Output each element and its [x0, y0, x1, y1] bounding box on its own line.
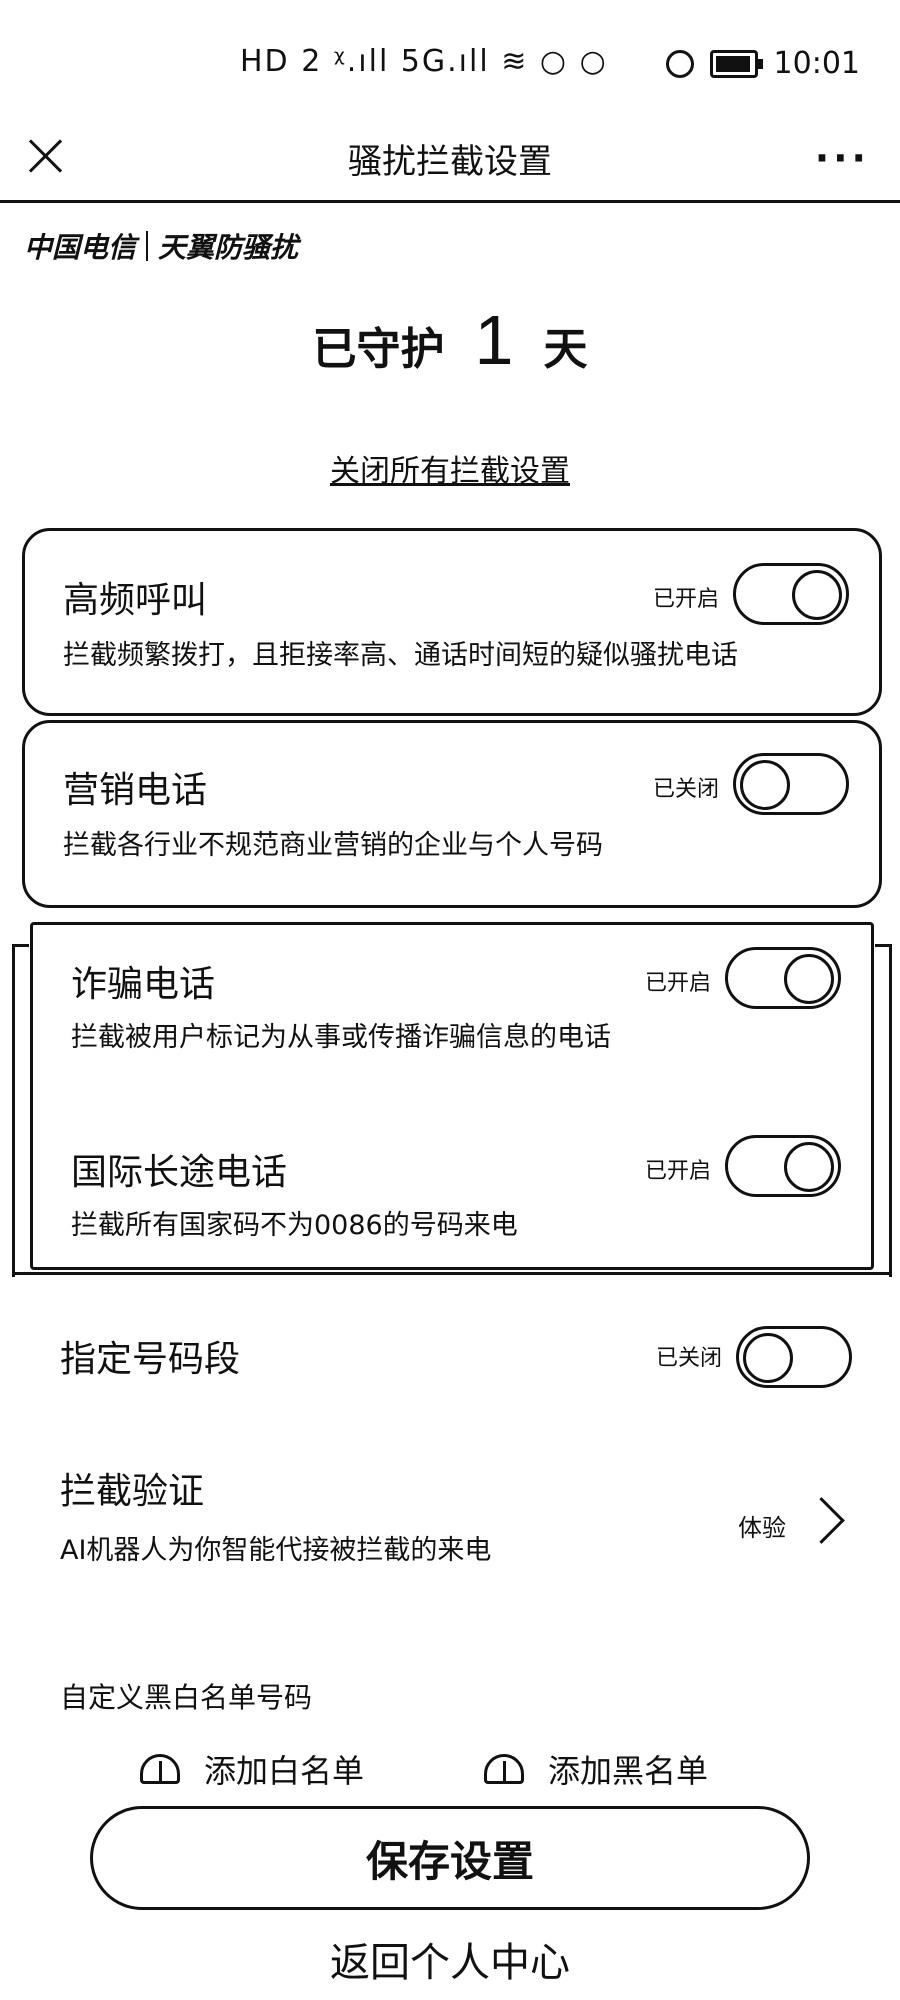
more-icon[interactable]: ··· [815, 136, 870, 180]
marketing-toggle[interactable] [733, 753, 849, 815]
setting-desc: 拦截各行业不规范商业营销的企业与个人号码 [63, 830, 603, 861]
high-frequency-toggle[interactable] [733, 563, 849, 625]
frame-bottom [14, 1272, 890, 1275]
protected-days-count: 1 [474, 301, 514, 379]
frame-left [12, 944, 29, 1277]
close-all-link[interactable]: 关闭所有拦截设置 [0, 446, 900, 490]
setting-desc: 拦截被用户标记为从事或传播诈骗信息的电话 [71, 1022, 611, 1053]
setting-row: 高频呼叫 已开启 拦截频繁拨打，且拒接率高、通话时间短的疑似骚扰电话 [63, 563, 849, 691]
setting-title: 指定号码段 [60, 1339, 241, 1380]
add-list-row: 添加白名单 添加黑名单 [140, 1752, 708, 1786]
chevron-right-icon[interactable] [798, 1497, 845, 1544]
signal-icons: HD 2 ᵡ.ıll 5G.ıll ≋ ○ ○ [240, 44, 608, 79]
specified-range-toggle[interactable] [736, 1326, 852, 1388]
protected-prefix: 已守护 [312, 324, 445, 375]
fraud-toggle[interactable] [725, 947, 841, 1009]
toggle-knob [740, 760, 790, 810]
international-toggle[interactable] [725, 1135, 841, 1197]
setting-status: 已开启 [644, 1159, 711, 1184]
add-black-icon [484, 1754, 525, 1784]
setting-status: 已开启 [652, 587, 719, 612]
setting-row: 国际长途电话 已开启 拦截所有国家码不为0086的号码来电 [71, 1135, 841, 1263]
status-bar: HD 2 ᵡ.ıll 5G.ıll ≋ ○ ○ 10:01 [0, 0, 900, 120]
setting-title: 拦截验证 [60, 1471, 205, 1512]
protected-days: 已守护 1 天 [0, 300, 900, 380]
add-blacklist-button[interactable]: 添加黑名单 [484, 1752, 708, 1786]
card-fraud-international: 诈骗电话 已开启 拦截被用户标记为从事或传播诈骗信息的电话 国际长途电话 已开启… [30, 922, 874, 1270]
protected-suffix: 天 [543, 324, 588, 375]
brand-divider [146, 231, 149, 261]
setting-desc: 拦截所有国家码不为0086的号码来电 [71, 1210, 518, 1241]
setting-status: 已关闭 [655, 1346, 722, 1371]
frame-right [875, 944, 892, 1277]
setting-status: 已开启 [644, 971, 711, 996]
battery-icon [709, 49, 763, 78]
add-white-icon [140, 1754, 180, 1784]
custom-list-label: 自定义黑白名单号码 [60, 1681, 313, 1714]
toggle-knob [743, 1333, 793, 1383]
setting-desc: AI机器人为你智能代接被拦截的来电 [60, 1535, 492, 1566]
intercept-verify-row[interactable]: 拦截验证 AI机器人为你智能代接被拦截的来电 体验 [60, 1462, 852, 1572]
product-logo: 天翼防骚扰 [158, 231, 299, 264]
status-right: 10:01 [665, 46, 860, 81]
setting-desc: 拦截频繁拨打，且拒接率高、通话时间短的疑似骚扰电话 [63, 640, 738, 671]
page-title: 骚扰拦截设置 [348, 142, 552, 182]
setting-row: 营销电话 已关闭 拦截各行业不规范商业营销的企业与个人号码 [63, 753, 849, 881]
save-settings-button[interactable]: 保存设置 [90, 1806, 810, 1910]
carrier-logo: 中国电信 [24, 231, 137, 264]
toggle-knob [784, 1142, 834, 1192]
setting-title: 高频呼叫 [63, 580, 208, 621]
card-high-frequency: 高频呼叫 已开启 拦截频繁拨打，且拒接率高、通话时间短的疑似骚扰电话 [22, 528, 882, 716]
setting-status: 已关闭 [652, 777, 719, 802]
specified-range-row: 指定号码段 已关闭 [60, 1326, 852, 1396]
add-whitelist-label: 添加白名单 [204, 1752, 365, 1786]
clock: 10:01 [773, 46, 860, 81]
back-to-profile-link[interactable]: 返回个人中心 [0, 1930, 900, 1988]
card-marketing: 营销电话 已关闭 拦截各行业不规范商业营销的企业与个人号码 [22, 720, 882, 908]
try-label[interactable]: 体验 [738, 1508, 786, 1543]
toggle-knob [784, 954, 834, 1004]
alarm-icon [665, 49, 694, 78]
save-settings-label: 保存设置 [365, 1836, 534, 1886]
brand-logo: 中国电信 天翼防骚扰 [24, 226, 298, 266]
toggle-knob [792, 570, 842, 620]
nav-bar: 骚扰拦截设置 ··· [0, 120, 900, 203]
setting-row: 诈骗电话 已开启 拦截被用户标记为从事或传播诈骗信息的电话 [71, 947, 841, 1075]
setting-title: 诈骗电话 [71, 964, 216, 1005]
add-blacklist-label: 添加黑名单 [548, 1752, 709, 1786]
setting-title: 营销电话 [63, 770, 208, 811]
add-whitelist-button[interactable]: 添加白名单 [140, 1752, 364, 1786]
setting-title: 国际长途电话 [71, 1152, 288, 1193]
